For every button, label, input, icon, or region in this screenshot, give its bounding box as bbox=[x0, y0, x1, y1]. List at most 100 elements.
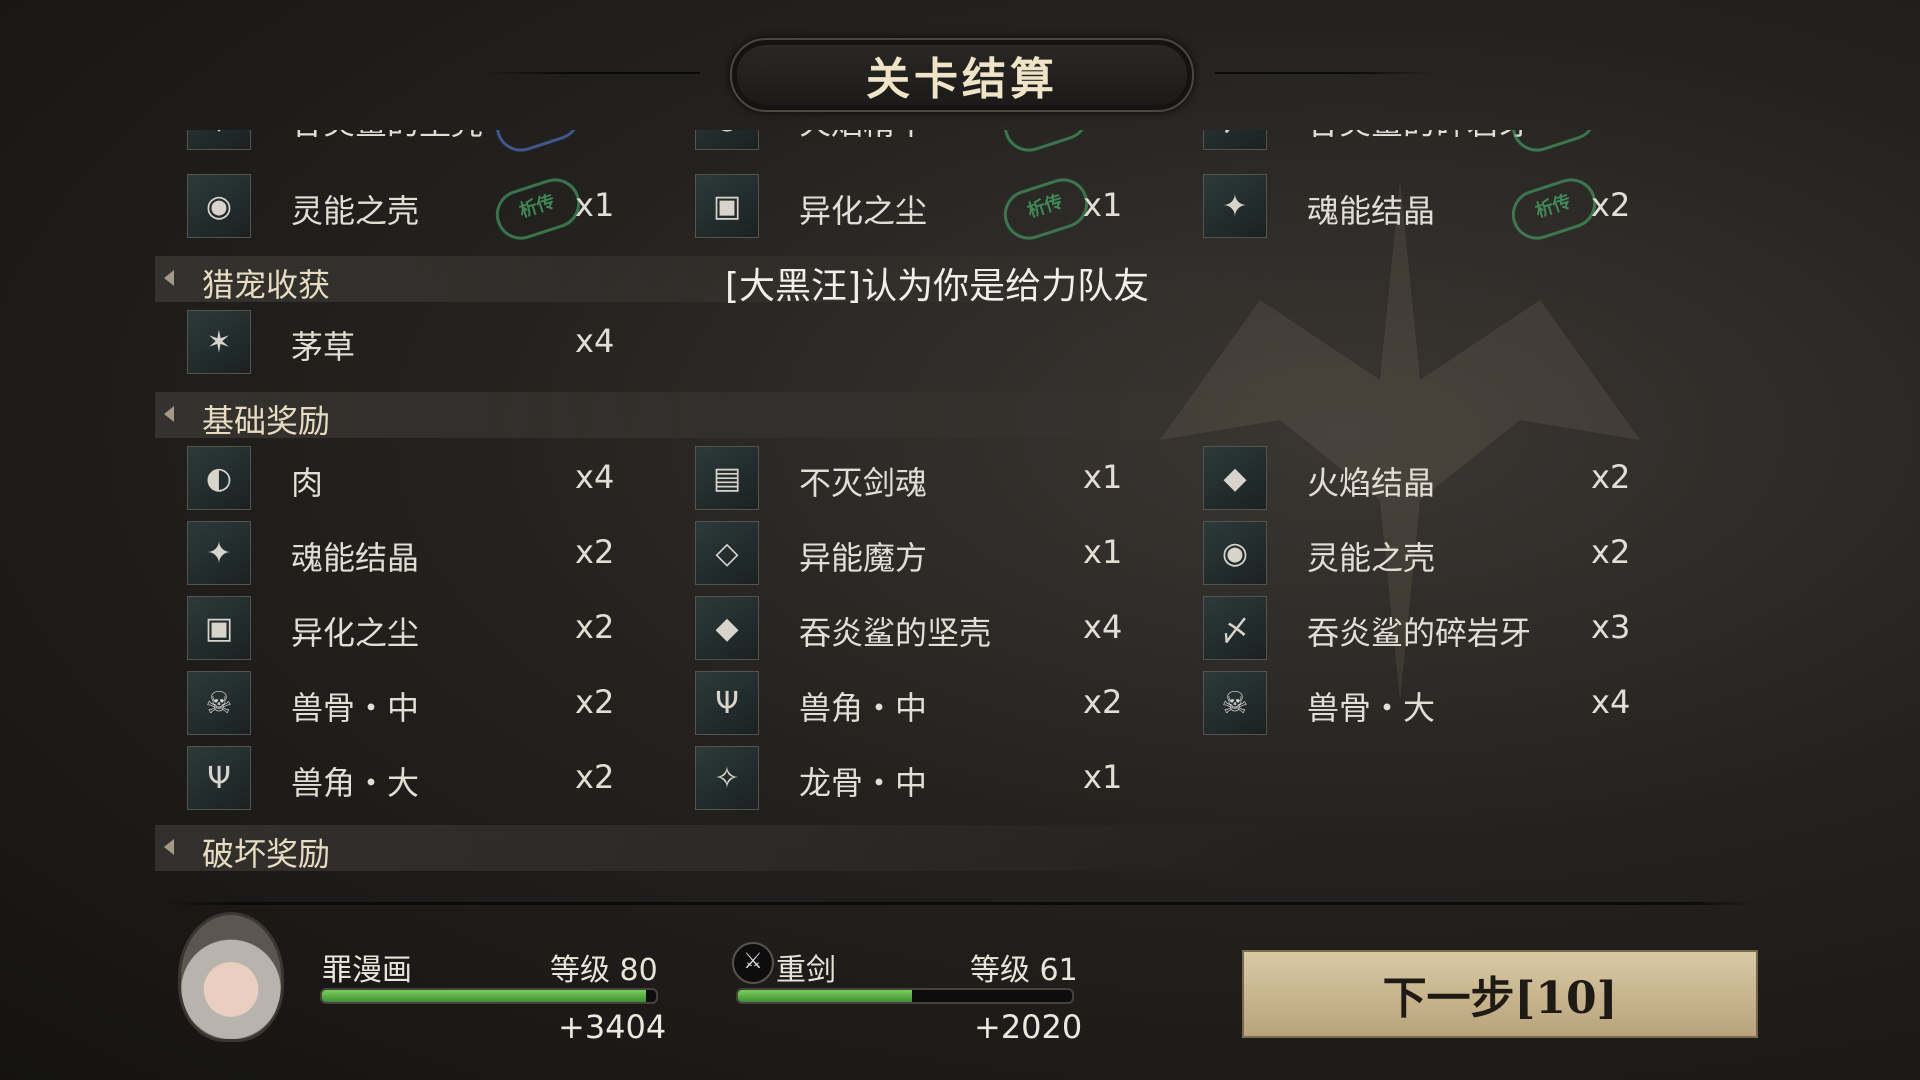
soul-crystal-icon: ✦ bbox=[187, 521, 251, 585]
soul-crystal-icon: ✦ bbox=[1203, 174, 1267, 238]
meat-icon: ◐ bbox=[187, 446, 251, 510]
reward-item-qty: x1 bbox=[575, 130, 614, 136]
reward-item-qty: x4 bbox=[1083, 608, 1123, 646]
thatch-icon: ✶ bbox=[187, 310, 251, 374]
reward-item[interactable]: ✧ 龙骨・中 x1 bbox=[663, 746, 1163, 812]
beast-bone-large-icon: ☠ bbox=[1203, 671, 1267, 735]
reward-item[interactable]: ☠ 兽骨・大 x4 bbox=[1171, 671, 1671, 737]
page-title: 关卡结算 bbox=[866, 54, 1058, 105]
weapon-exp-bar bbox=[736, 988, 1074, 1004]
reward-item-qty: x4 bbox=[1591, 683, 1631, 721]
reward-item-name: 吞炎鲨的碎岩牙 bbox=[1307, 130, 1531, 144]
reward-item-name: 不灭剑魂 bbox=[799, 464, 928, 502]
stamp-icon: 析传 bbox=[489, 171, 587, 247]
player-exp-gain: +3404 bbox=[558, 1008, 667, 1046]
dragon-bone-medium-icon: ✧ bbox=[695, 746, 759, 810]
reward-item-qty: x2 bbox=[575, 533, 615, 571]
title-line-right bbox=[1215, 72, 1435, 74]
flame-essence-icon: ● bbox=[695, 130, 759, 150]
title-plate: 关卡结算 bbox=[730, 38, 1194, 112]
section-title: 基础奖励 bbox=[202, 402, 331, 440]
section-header: 基础奖励 bbox=[155, 392, 1300, 440]
reward-item[interactable]: ◆ 火焰结晶 x2 bbox=[1171, 446, 1671, 512]
reward-item[interactable]: ◉ 灵能之壳 x2 bbox=[1171, 521, 1671, 587]
reward-item-name: 兽角・中 bbox=[799, 689, 928, 727]
title-line-left bbox=[480, 72, 700, 74]
player-exp-bar bbox=[320, 988, 658, 1004]
beast-horn-large-icon: Ψ bbox=[187, 746, 251, 810]
stamp-icon: 析 bbox=[1505, 130, 1603, 159]
reward-item-qty: x4 bbox=[575, 322, 615, 360]
divider bbox=[160, 902, 1760, 905]
reward-item-qty: x2 bbox=[575, 683, 615, 721]
reward-item[interactable]: ◐ 肉 x4 bbox=[155, 446, 655, 512]
reward-item[interactable]: ◇ 异能魔方 x1 bbox=[663, 521, 1163, 587]
avatar bbox=[178, 912, 284, 1042]
reward-item-name: 火焰结晶 bbox=[1307, 464, 1436, 502]
reward-item[interactable]: ☠ 兽骨・中 x2 bbox=[155, 671, 655, 737]
reward-item[interactable]: 〆 吞炎鲨的碎岩牙 x3 bbox=[1171, 596, 1671, 662]
player-name: 罪漫画 bbox=[322, 953, 412, 988]
reward-item-name: 兽骨・大 bbox=[1307, 689, 1436, 727]
reward-item-name: 肉 bbox=[291, 464, 324, 502]
reward-item-name: 异能魔方 bbox=[799, 539, 928, 577]
reward-item-name: 兽骨・中 bbox=[291, 689, 420, 727]
flame-crystal-icon: ◆ bbox=[1203, 446, 1267, 510]
psionic-shell-icon: ◉ bbox=[187, 174, 251, 238]
magic-cube-icon: ◇ bbox=[695, 521, 759, 585]
reward-item-qty: x1 bbox=[1083, 458, 1123, 496]
title-bar: 关卡结算 bbox=[0, 30, 1920, 120]
reward-list[interactable]: ◆吞炎鲨的坚壳析x1●火焰精华析x2〆吞炎鲨的碎岩牙析x2◉灵能之壳析传x1▣异… bbox=[155, 130, 1765, 900]
reward-item-qty: x2 bbox=[1083, 683, 1123, 721]
reward-item-name: 兽角・大 bbox=[291, 764, 420, 802]
reward-item[interactable]: ◉ 灵能之壳 析传 x1 bbox=[155, 171, 655, 247]
player-exp-fill bbox=[322, 990, 646, 1002]
reward-item-name: 火焰精华 bbox=[799, 130, 927, 144]
reward-item-name: 茅草 bbox=[291, 328, 356, 366]
reward-item[interactable]: ▤ 不灭剑魂 x1 bbox=[663, 446, 1163, 512]
reward-item-name: 灵能之壳 bbox=[1307, 539, 1436, 577]
reward-item[interactable]: ✦ 魂能结晶 析传 x2 bbox=[1171, 171, 1671, 247]
weapon-exp-gain: +2020 bbox=[974, 1008, 1083, 1046]
section-header: 破坏奖励 bbox=[155, 825, 1300, 873]
stamp-icon: 析传 bbox=[997, 171, 1095, 247]
reward-item-qty: x2 bbox=[1591, 130, 1630, 136]
reward-item[interactable]: ▣ 异化之尘 x2 bbox=[155, 596, 655, 662]
sword-soul-book-icon: ▤ bbox=[695, 446, 759, 510]
reward-item-name: 魂能结晶 bbox=[1307, 192, 1436, 230]
shark-shell-icon: ◆ bbox=[187, 130, 251, 150]
reward-item-qty: x2 bbox=[1591, 458, 1631, 496]
reward-item-qty: x1 bbox=[1083, 186, 1123, 224]
reward-item[interactable]: ▣ 异化之尘 析传 x1 bbox=[663, 171, 1163, 247]
section-arrow-icon bbox=[164, 839, 174, 855]
stamp-icon: 析传 bbox=[1505, 171, 1603, 247]
weapon-level: 等级 61 bbox=[970, 953, 1078, 988]
alien-dust-icon: ▣ bbox=[187, 596, 251, 660]
reward-item[interactable]: ✦ 魂能结晶 x2 bbox=[155, 521, 655, 587]
stamp-icon: 析 bbox=[997, 130, 1095, 159]
reward-item[interactable]: Ψ 兽角・大 x2 bbox=[155, 746, 655, 812]
sword-icon: ⚔ bbox=[732, 942, 774, 984]
reward-item[interactable]: ◆ 吞炎鲨的坚壳 x4 bbox=[663, 596, 1163, 662]
section-arrow-icon bbox=[164, 270, 174, 286]
shark-tooth-icon: 〆 bbox=[1203, 130, 1267, 150]
reward-item-qty: x2 bbox=[1591, 186, 1631, 224]
reward-item[interactable]: Ψ 兽角・中 x2 bbox=[663, 671, 1163, 737]
psionic-shell-icon: ◉ bbox=[1203, 521, 1267, 585]
reward-item[interactable]: 〆 吞炎鲨的碎岩牙析x2 bbox=[1171, 130, 1671, 159]
reward-item[interactable]: ✶ 茅草 x4 bbox=[155, 310, 655, 376]
reward-item-qty: x2 bbox=[1591, 533, 1631, 571]
shark-shell-icon: ◆ bbox=[695, 596, 759, 660]
beast-bone-medium-icon: ☠ bbox=[187, 671, 251, 735]
shark-tooth-icon: 〆 bbox=[1203, 596, 1267, 660]
weapon-name: 重剑 bbox=[776, 953, 836, 988]
reward-item-qty: x4 bbox=[575, 458, 615, 496]
reward-item-name: 异化之尘 bbox=[799, 192, 928, 230]
section-title: 破坏奖励 bbox=[202, 835, 331, 873]
next-step-button[interactable]: 下一步[10] bbox=[1242, 950, 1758, 1038]
reward-item-qty: x1 bbox=[575, 186, 615, 224]
reward-item[interactable]: ◆ 吞炎鲨的坚壳析x1 bbox=[155, 130, 655, 159]
reward-item[interactable]: ● 火焰精华 析x2 bbox=[663, 130, 1163, 159]
reward-item-name: 龙骨・中 bbox=[799, 764, 928, 802]
section-arrow-icon bbox=[164, 406, 174, 422]
